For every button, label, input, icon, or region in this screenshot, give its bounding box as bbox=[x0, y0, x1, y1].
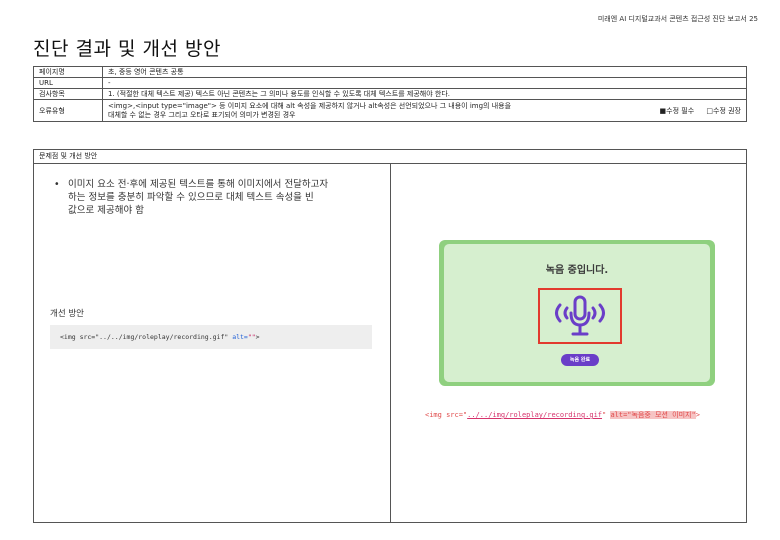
alt-code-url[interactable]: ../../img/roleplay/recording.gif bbox=[467, 411, 602, 419]
table-row: 페이지명 초, 중등 영어 콘텐츠 공통 bbox=[33, 66, 747, 78]
alt-code-suffix: > bbox=[695, 411, 700, 419]
row-value: 초, 중등 영어 콘텐츠 공통 bbox=[102, 66, 747, 78]
error-options: ■수정 필수 □수정 권장 bbox=[650, 106, 741, 116]
problem-section: 문제점 및 개선 방안 • 이미지 요소 전·후에 제공된 텍스트를 통해 이미… bbox=[33, 149, 747, 523]
page-title: 진단 결과 및 개선 방안 bbox=[33, 38, 221, 60]
left-panel: • 이미지 요소 전·후에 제공된 텍스트를 통해 이미지에서 전달하고자 하는… bbox=[34, 164, 391, 522]
alt-code-prefix: <img src=" bbox=[425, 411, 468, 419]
option-recommended: □수정 권장 bbox=[706, 106, 741, 115]
code-example: <img src="../../img/roleplay/recording.g… bbox=[50, 325, 372, 349]
mic-highlight-box bbox=[538, 288, 622, 344]
stop-recording-button[interactable]: 녹음 완료 bbox=[561, 354, 599, 366]
row-value: - bbox=[102, 77, 747, 89]
row-label: 페이지명 bbox=[33, 66, 103, 78]
bullet-line: 하는 정보를 충분히 파악할 수 있으므로 대체 텍스트 속성을 빈 bbox=[68, 192, 314, 203]
microphone-icon bbox=[555, 295, 605, 336]
alt-code-example: <img src="../../img/roleplay/recording.g… bbox=[425, 410, 700, 420]
info-table: 페이지명 초, 중등 영어 콘텐츠 공통 URL - 검사항목 1. (적절한 … bbox=[33, 66, 747, 122]
code-value: "" bbox=[247, 333, 256, 341]
error-description: <img>,<input type="image"> 등 이미지 요소에 대해 … bbox=[108, 102, 511, 120]
table-row: 검사항목 1. (적절한 대체 텍스트 제공) 텍스트 아닌 콘텐츠는 그 의미… bbox=[33, 88, 747, 100]
code-suffix: > bbox=[255, 333, 260, 341]
row-label: 오류유형 bbox=[33, 99, 103, 122]
bullet-dot: • bbox=[54, 179, 60, 190]
bullet-line: 값으로 제공해야 함 bbox=[68, 205, 144, 216]
row-label: 검사항목 bbox=[33, 88, 103, 100]
bullet-line: 이미지 요소 전·후에 제공된 텍스트를 통해 이미지에서 전달하고자 bbox=[68, 179, 329, 190]
row-value: <img>,<input type="image"> 등 이미지 요소에 대해 … bbox=[102, 99, 747, 122]
improve-label: 개선 방안 bbox=[50, 309, 84, 319]
option-required: ■수정 필수 bbox=[659, 106, 695, 115]
recording-title: 녹음 중입니다. bbox=[545, 265, 609, 276]
report-header: 미래엔 AI 디지털교과서 콘텐츠 접근성 진단 보고서 25 bbox=[597, 15, 758, 23]
section-header: 문제점 및 개선 방안 bbox=[34, 150, 746, 164]
right-panel: 녹음 중입니다. 녹음 완료 <img src="../../img/rolep… bbox=[391, 164, 746, 522]
recording-screenshot: 녹음 중입니다. 녹음 완료 bbox=[439, 240, 715, 386]
error-description-line: 대체할 수 없는 경우 그리고 오타로 표기되어 의미가 변경된 경우 bbox=[108, 110, 296, 119]
bullet-item: • 이미지 요소 전·후에 제공된 텍스트를 통해 이미지에서 전달하고자 하는… bbox=[54, 178, 364, 217]
alt-code-attr: alt="녹음중 모션 이미지" bbox=[610, 411, 696, 419]
table-row: 오류유형 <img>,<input type="image"> 등 이미지 요소… bbox=[33, 99, 747, 122]
recording-panel: 녹음 중입니다. 녹음 완료 bbox=[444, 244, 710, 382]
table-row: URL - bbox=[33, 77, 747, 89]
row-value: 1. (적절한 대체 텍스트 제공) 텍스트 아닌 콘텐츠는 그 의미나 용도를… bbox=[102, 88, 747, 100]
error-description-line: <img>,<input type="image"> 등 이미지 요소에 대해 … bbox=[108, 101, 512, 110]
code-prefix: <img src="../../img/roleplay/recording.g… bbox=[60, 333, 233, 341]
code-attr: alt= bbox=[232, 333, 248, 341]
row-label: URL bbox=[33, 77, 103, 89]
